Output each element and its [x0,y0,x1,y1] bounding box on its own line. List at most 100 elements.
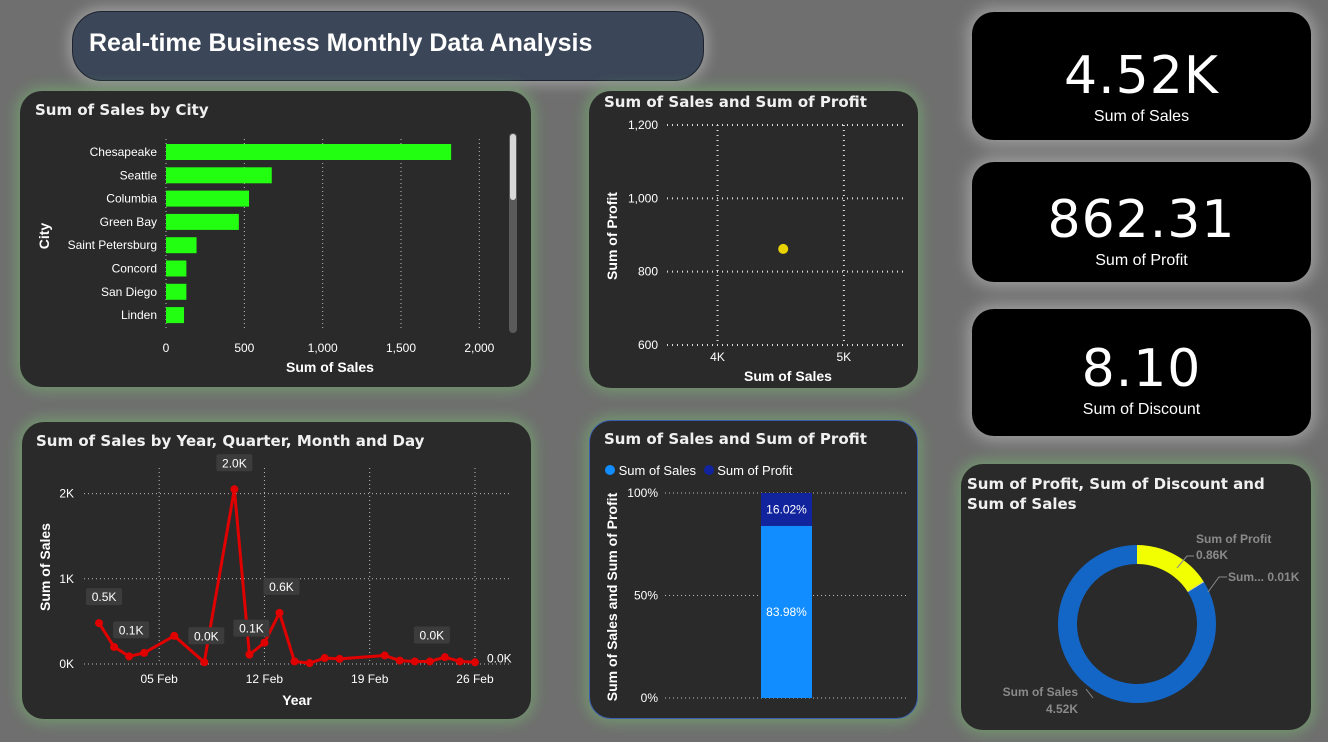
line-point [200,658,209,667]
city-bar [166,213,239,230]
city-scrollbar-thumb[interactable] [510,134,516,200]
line-point [125,652,134,661]
line-x-tick-label: 19 Feb [351,672,389,686]
line-x-tick-label: 26 Feb [456,672,494,686]
line-y-tick-label: 2K [59,487,74,501]
donut-leader-line [1207,576,1227,593]
line-point [320,654,329,663]
line-point [380,651,389,660]
scatter-y-tick-label: 600 [638,338,658,352]
donut-panel[interactable]: Sum of Profit, Sum of Discount and Sum o… [961,464,1311,730]
line-point [110,642,119,651]
city-bar [166,307,185,324]
city-x-axis-label: Sum of Sales [286,359,374,375]
city-y-tick-label: Chesapeake [90,145,158,159]
line-data-label: 2.0K [222,456,247,470]
line-point [440,653,449,662]
kpi-profit-label: Sum of Profit [1095,252,1188,269]
line-y-tick-label: 0K [59,657,74,671]
line-point [95,619,104,628]
city-x-tick-label: 1,500 [386,341,416,355]
stacked-y-axis-label: Sum of Sales and Sum of Profit [604,492,620,701]
kpi-card-profit[interactable]: 862.31 Sum of Profit [972,162,1311,282]
scatter-y-tick-label: 800 [638,265,658,279]
city-y-tick-label: Concord [112,262,157,276]
line-point [275,608,284,617]
scatter-x-tick-label: 4K [710,350,725,364]
city-y-tick-label: Linden [121,308,157,322]
line-data-label: 0.1K [119,623,144,637]
city-x-tick-label: 1,000 [308,341,338,355]
city-scrollbar[interactable] [509,133,517,333]
stacked-y-tick-label: 0% [641,691,659,705]
line-data-label: 0.0K [194,629,219,643]
line-point [170,631,179,640]
scatter-x-axis-label: Sum of Sales [744,368,832,384]
sales-by-city-panel[interactable]: Sum of Sales by City 0 500 1,000 1,500 2,000… [20,91,531,387]
donut-hole [1078,565,1196,683]
city-y-tick-label: Seattle [120,168,158,182]
kpi-discount-value: 8.10 [1081,339,1202,399]
line-data-label: 0.0K [487,651,512,665]
kpi-sales-label: Sum of Sales [1093,108,1190,125]
city-y-tick-label: Saint Petersburg [68,238,157,252]
city-x-tick-label: 2,000 [464,341,494,355]
line-point [230,485,239,494]
scatter-y-tick-label: 1,200 [628,118,658,132]
sales-profit-stacked-chart[interactable]: 0%50%100%83.98%16.02%Sum of Sales and Su… [590,421,918,719]
donut-profit-label: Sum of Profit [1196,532,1271,546]
sales-by-date-panel[interactable]: Sum of Sales by Year, Quarter, Month and… [22,422,531,719]
sales-profit-scatter-panel[interactable]: Sum of Sales and Sum of Profit 600 800 1,0… [589,91,918,388]
city-bar [166,237,197,254]
city-y-tick-label: San Diego [101,285,157,299]
kpi-sales-value: 4.52K [1064,46,1219,106]
scatter-y-axis-label: Sum of Profit [604,192,620,280]
line-point [425,657,434,666]
line-point [455,657,464,666]
line-x-axis-label: Year [282,692,312,708]
line-data-label: 0.0K [420,628,445,642]
line-point [470,658,479,667]
line-x-tick-label: 05 Feb [141,672,179,686]
kpi-profit-value: 862.31 [1047,190,1236,250]
stacked-profit-data-label: 16.02% [766,502,807,516]
kpi-discount-label: Sum of Discount [1082,401,1201,418]
city-y-tick-label: Columbia [106,192,157,206]
sales-by-city-chart[interactable]: 0 500 1,000 1,500 2,000 Chesapeake Seattle Colu… [20,91,531,387]
line-point [335,654,344,663]
scatter-y-tick-label: 1,000 [628,191,658,205]
line-point [260,638,269,647]
line-point [305,659,314,668]
line-point [290,657,299,666]
line-point [140,648,149,657]
line-y-tick-label: 1K [59,572,74,586]
donut-sales-label: Sum of Sales [1003,685,1079,699]
donut-sales-value: 4.52K [1046,702,1078,716]
donut-profit-value: 0.86K [1196,548,1228,562]
donut-chart[interactable]: Sum of Profit 0.86KSum... 0.01K Sum of Sal… [961,464,1311,730]
sales-by-date-chart[interactable]: 0K 1K 2K 05 Feb 12 Feb 19 Feb 26 Feb 0.5K 0.1K 0.… [22,422,531,719]
line-point [245,650,254,659]
sales-profit-scatter-chart[interactable]: 600 800 1,000 1,200 4K 5K Sum of Sales Sum of P… [589,91,918,388]
city-bar [166,144,452,160]
scatter-point [778,243,789,254]
scatter-x-tick-label: 5K [836,350,851,364]
city-y-axis-label: City [36,223,52,250]
kpi-card-sales[interactable]: 4.52K Sum of Sales [972,12,1311,140]
dashboard-title: Real-time Business Monthly Data Analysis [89,29,593,57]
city-y-tick-label: Green Bay [100,215,157,229]
city-x-tick-label: 500 [234,341,254,355]
line-y-axis-label: Sum of Sales [37,523,53,611]
stacked-y-tick-label: 50% [634,589,658,603]
sales-profit-stacked-panel[interactable]: Sum of Sales and Sum of Profit Sum of Sa… [589,420,918,719]
city-bar [166,190,250,207]
city-bar [166,167,272,184]
kpi-card-discount[interactable]: 8.10 Sum of Discount [972,309,1311,436]
donut-leader-line [1085,688,1094,699]
city-bar [166,283,187,300]
line-x-tick-label: 12 Feb [246,672,284,686]
line-point [395,656,404,665]
line-point [410,657,419,666]
stacked-y-tick-label: 100% [627,486,658,500]
line-data-label: 0.1K [239,622,264,636]
